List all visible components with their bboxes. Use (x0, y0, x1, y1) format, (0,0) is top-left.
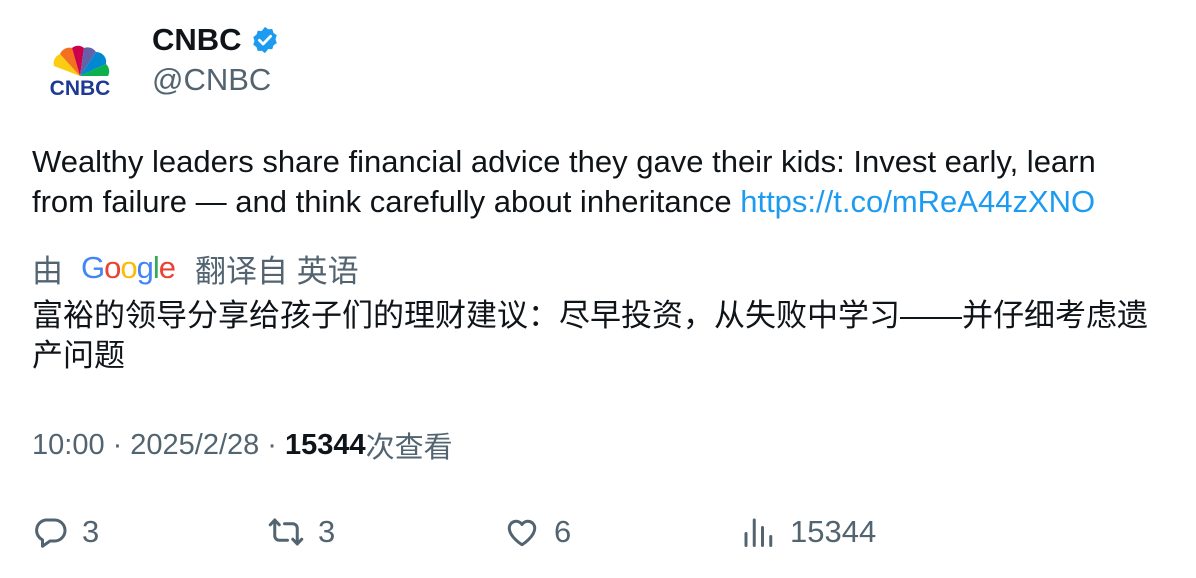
author-handle[interactable]: @CNBC (152, 62, 271, 98)
retweet-button[interactable]: 3 (268, 510, 335, 554)
meta-separator: · (112, 428, 123, 461)
translated-text: 富裕的领导分享给孩子们的理财建议：尽早投资，从失败中学习——并仔细考虑遗产问题 (32, 298, 1148, 373)
translation-attribution: 由 Google 翻译自 英语 (32, 246, 359, 290)
verified-badge-icon (250, 25, 280, 55)
action-bar: 3 3 6 15344 (32, 510, 1162, 554)
views-button[interactable]: 15344 (740, 510, 876, 554)
avatar-text: CNBC (50, 77, 111, 100)
like-count: 6 (554, 514, 572, 549)
cnbc-peacock-logo: CNBC (50, 45, 111, 100)
tweet-meta: 10:00 · 2025/2/28 · 15344 次查看 (32, 424, 453, 466)
translation-prefix: 由 (32, 253, 63, 289)
meta-separator: · (267, 428, 277, 461)
views-count: 15344 (284, 428, 366, 461)
google-logo: Google (81, 250, 176, 285)
retweet-count: 3 (318, 514, 336, 549)
views-label: 次查看 (365, 432, 453, 464)
author-name-row[interactable]: CNBC (152, 22, 280, 58)
retweet-icon (268, 518, 304, 546)
views-action-count: 15344 (790, 514, 877, 549)
tweet-date[interactable]: 2025/2/28 (130, 429, 259, 462)
like-button[interactable]: 6 (504, 510, 571, 554)
tweet-link[interactable]: https://t.co/mReA44zXNO (740, 184, 1095, 219)
avatar[interactable]: CNBC (32, 28, 128, 124)
translation-suffix: 翻译自 英语 (195, 253, 359, 289)
analytics-icon (744, 518, 773, 547)
reply-count: 3 (82, 514, 100, 549)
reply-icon (35, 518, 67, 548)
heart-icon (507, 519, 537, 547)
reply-button[interactable]: 3 (32, 510, 99, 554)
tweet-time[interactable]: 10:00 (32, 429, 105, 462)
author-name[interactable]: CNBC (152, 22, 242, 58)
tweet-text: Wealthy leaders share financial advice t… (32, 142, 1162, 222)
